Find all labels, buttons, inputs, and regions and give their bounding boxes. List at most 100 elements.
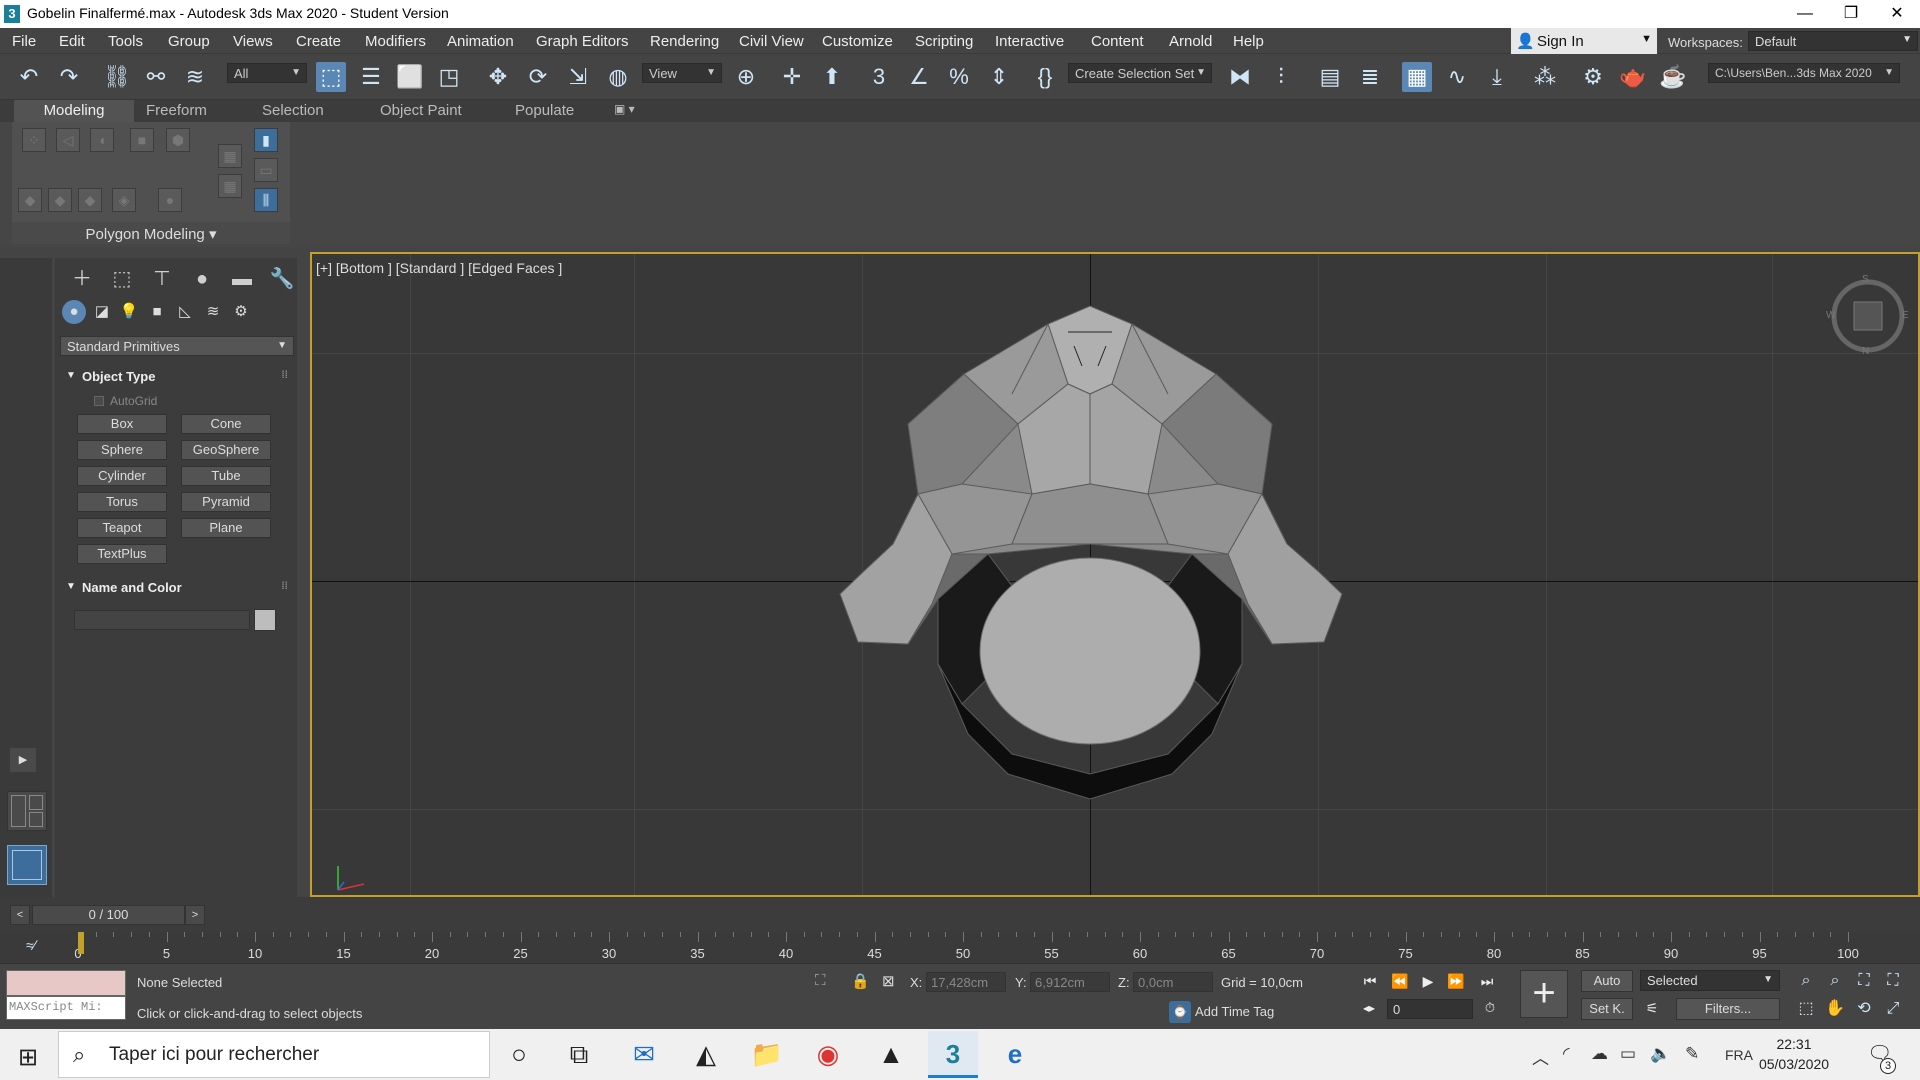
textplus-button[interactable]: TextPlus	[77, 544, 167, 564]
onedrive-icon[interactable]: ☁	[1591, 1044, 1608, 1064]
menu-file[interactable]: File	[12, 33, 36, 50]
scale-icon[interactable]: ⇲	[563, 62, 593, 92]
edge-icon[interactable]: e	[990, 1031, 1040, 1078]
reference-coordinate-dropdown[interactable]: View ▼	[642, 63, 722, 83]
window-crossing-icon[interactable]: ◳	[434, 62, 464, 92]
system-clock[interactable]: 22:31 05/03/2020	[1756, 1034, 1832, 1074]
windows-start-icon[interactable]: ⊞	[18, 1043, 38, 1072]
grow-icon[interactable]: ◆	[48, 188, 72, 212]
cortana-icon[interactable]: ○	[494, 1031, 544, 1078]
current-frame-input[interactable]: 0	[1387, 999, 1473, 1019]
wifi-icon[interactable]: ◜	[1563, 1044, 1570, 1064]
sign-in-button[interactable]: 👤 Sign In ▼	[1511, 28, 1657, 54]
expand-layouts-icon[interactable]: ▶	[10, 748, 36, 772]
use-soft-selection-icon[interactable]: ⫼	[254, 188, 278, 212]
viewport-bottom[interactable]: [+] [Bottom ] [Standard ] [Edged Faces ]…	[310, 252, 1920, 897]
tube-button[interactable]: Tube	[181, 466, 271, 486]
close-button[interactable]: ✕	[1874, 0, 1920, 28]
geometry-icon[interactable]: ●	[62, 300, 86, 324]
workspace-dropdown[interactable]: Default ▼	[1748, 31, 1918, 51]
sphere-button[interactable]: Sphere	[77, 440, 167, 460]
keyboard-shortcut-override-icon[interactable]: ⬆	[817, 62, 847, 92]
menu-modifiers[interactable]: Modifiers	[365, 33, 426, 50]
minimize-button[interactable]: —	[1782, 0, 1828, 28]
go-to-end-icon[interactable]: ⏭	[1475, 970, 1499, 992]
modify-mode-icon[interactable]: ⁘	[22, 128, 46, 152]
viewport-label[interactable]: [+] [Bottom ] [Standard ] [Edged Faces ]	[316, 260, 562, 276]
autogrid-checkbox[interactable]: AutoGrid	[94, 394, 157, 408]
cylinder-button[interactable]: Cylinder	[77, 466, 167, 486]
field-of-view-icon[interactable]: ⬚	[1795, 998, 1817, 1020]
previous-frame-arrow[interactable]: <	[10, 905, 30, 925]
redo-icon[interactable]: ↷	[54, 62, 84, 92]
play-icon[interactable]: ▶	[1416, 970, 1440, 992]
ring-icon[interactable]: ●	[158, 188, 182, 212]
stack-down-icon[interactable]: ▦	[218, 174, 242, 198]
time-configuration-icon[interactable]: ⏱	[1478, 997, 1502, 1019]
rendered-frame-window-icon[interactable]: 🫖	[1618, 62, 1648, 92]
show-hidden-icons-icon[interactable]: ︿	[1532, 1044, 1549, 1069]
viewport-layout-quad-icon[interactable]	[7, 791, 47, 831]
pan-view-icon[interactable]: ✋	[1824, 998, 1846, 1020]
menu-customize[interactable]: Customize	[822, 33, 893, 50]
menu-group[interactable]: Group	[168, 33, 210, 50]
unlink-icon[interactable]: ⚯	[141, 62, 171, 92]
track-bar-scale[interactable]: 0510152025303540455055606570758085909510…	[74, 932, 1859, 962]
schematic-view-icon[interactable]: ⤓	[1482, 62, 1512, 92]
y-coordinate-input[interactable]: 6,912cm	[1030, 972, 1110, 992]
object-type-rollout[interactable]: ▼ Object Type ⁞⁞	[60, 367, 294, 387]
layer-explorer-icon[interactable]: ≣	[1355, 62, 1385, 92]
systems-icon[interactable]: ⚙	[229, 300, 253, 324]
show-end-result-icon[interactable]: ▭	[254, 158, 278, 182]
menu-views[interactable]: Views	[233, 33, 273, 50]
maximize-viewport-icon[interactable]: ⤢	[1882, 998, 1904, 1020]
display-tab-icon[interactable]: ▬	[227, 263, 257, 295]
x-coordinate-input[interactable]: 17,428cm	[926, 972, 1006, 992]
viewcube-compass[interactable]: S N W E	[1826, 274, 1910, 358]
key-filters-button[interactable]: Filters...	[1676, 998, 1780, 1020]
zoom-extents-icon[interactable]: ⛶	[1853, 970, 1875, 992]
lights-icon[interactable]: 💡	[117, 300, 141, 324]
tab-modeling[interactable]: Modeling	[14, 100, 134, 122]
loop-icon[interactable]: ◈	[112, 188, 136, 212]
percent-snap-icon[interactable]: %	[944, 62, 974, 92]
tab-selection[interactable]: Selection	[262, 102, 324, 119]
rotate-icon[interactable]: ⟳	[523, 62, 553, 92]
menu-edit[interactable]: Edit	[59, 33, 85, 50]
border-icon[interactable]: ■	[130, 128, 154, 152]
align-icon[interactable]: ⫶	[1266, 62, 1296, 92]
select-object-icon[interactable]: ⬚	[316, 62, 346, 92]
modify-tab-icon[interactable]: ⬚	[107, 263, 137, 295]
selection-lock-icon[interactable]: 🔒	[851, 972, 870, 990]
polygon-modeling-dropdown[interactable]: Polygon Modeling ▾	[12, 222, 290, 244]
helpers-icon[interactable]: ◺	[173, 300, 197, 324]
snaps-toggle-icon[interactable]: 3	[864, 62, 894, 92]
next-key-icon[interactable]: ⏩	[1444, 970, 1468, 992]
mail-icon[interactable]: ✉	[619, 1031, 669, 1078]
pin-stack-icon[interactable]: ▮	[254, 128, 278, 152]
isolate-selection-icon[interactable]: ⛶	[815, 972, 826, 989]
teapot-button[interactable]: Teapot	[77, 518, 167, 538]
element-icon[interactable]: ◆	[18, 188, 42, 212]
shapes-icon[interactable]: ◪	[90, 300, 114, 324]
angle-snap-icon[interactable]: ∠	[904, 62, 934, 92]
chrome-icon[interactable]: ◉	[803, 1031, 853, 1078]
z-coordinate-input[interactable]: 0,0cm	[1133, 972, 1213, 992]
motion-tab-icon[interactable]: ●	[187, 263, 217, 295]
menu-tools[interactable]: Tools	[108, 33, 143, 50]
current-frame-marker[interactable]	[78, 932, 84, 954]
default-in-out-tangents-icon[interactable]: ⚟	[1640, 997, 1664, 1019]
utilities-tab-icon[interactable]: 🔧	[267, 263, 297, 295]
ribbon-options-icon[interactable]: ▣ ▾	[614, 102, 635, 116]
auto-key-button[interactable]: Auto	[1581, 970, 1633, 992]
menu-civil-view[interactable]: Civil View	[739, 33, 804, 50]
volume-icon[interactable]: 🔈	[1650, 1044, 1671, 1064]
edit-named-selection-icon[interactable]: {}	[1030, 62, 1060, 92]
primitive-category-dropdown[interactable]: Standard Primitives ▼	[60, 336, 294, 356]
render-production-icon[interactable]: ☕	[1658, 62, 1688, 92]
app-icon[interactable]: 3	[4, 5, 20, 23]
mirror-icon[interactable]: ⧓	[1225, 62, 1255, 92]
shrink-icon[interactable]: ◆	[78, 188, 102, 212]
maximize-button[interactable]: ❐	[1828, 0, 1874, 28]
menu-arnold[interactable]: Arnold	[1169, 33, 1212, 50]
